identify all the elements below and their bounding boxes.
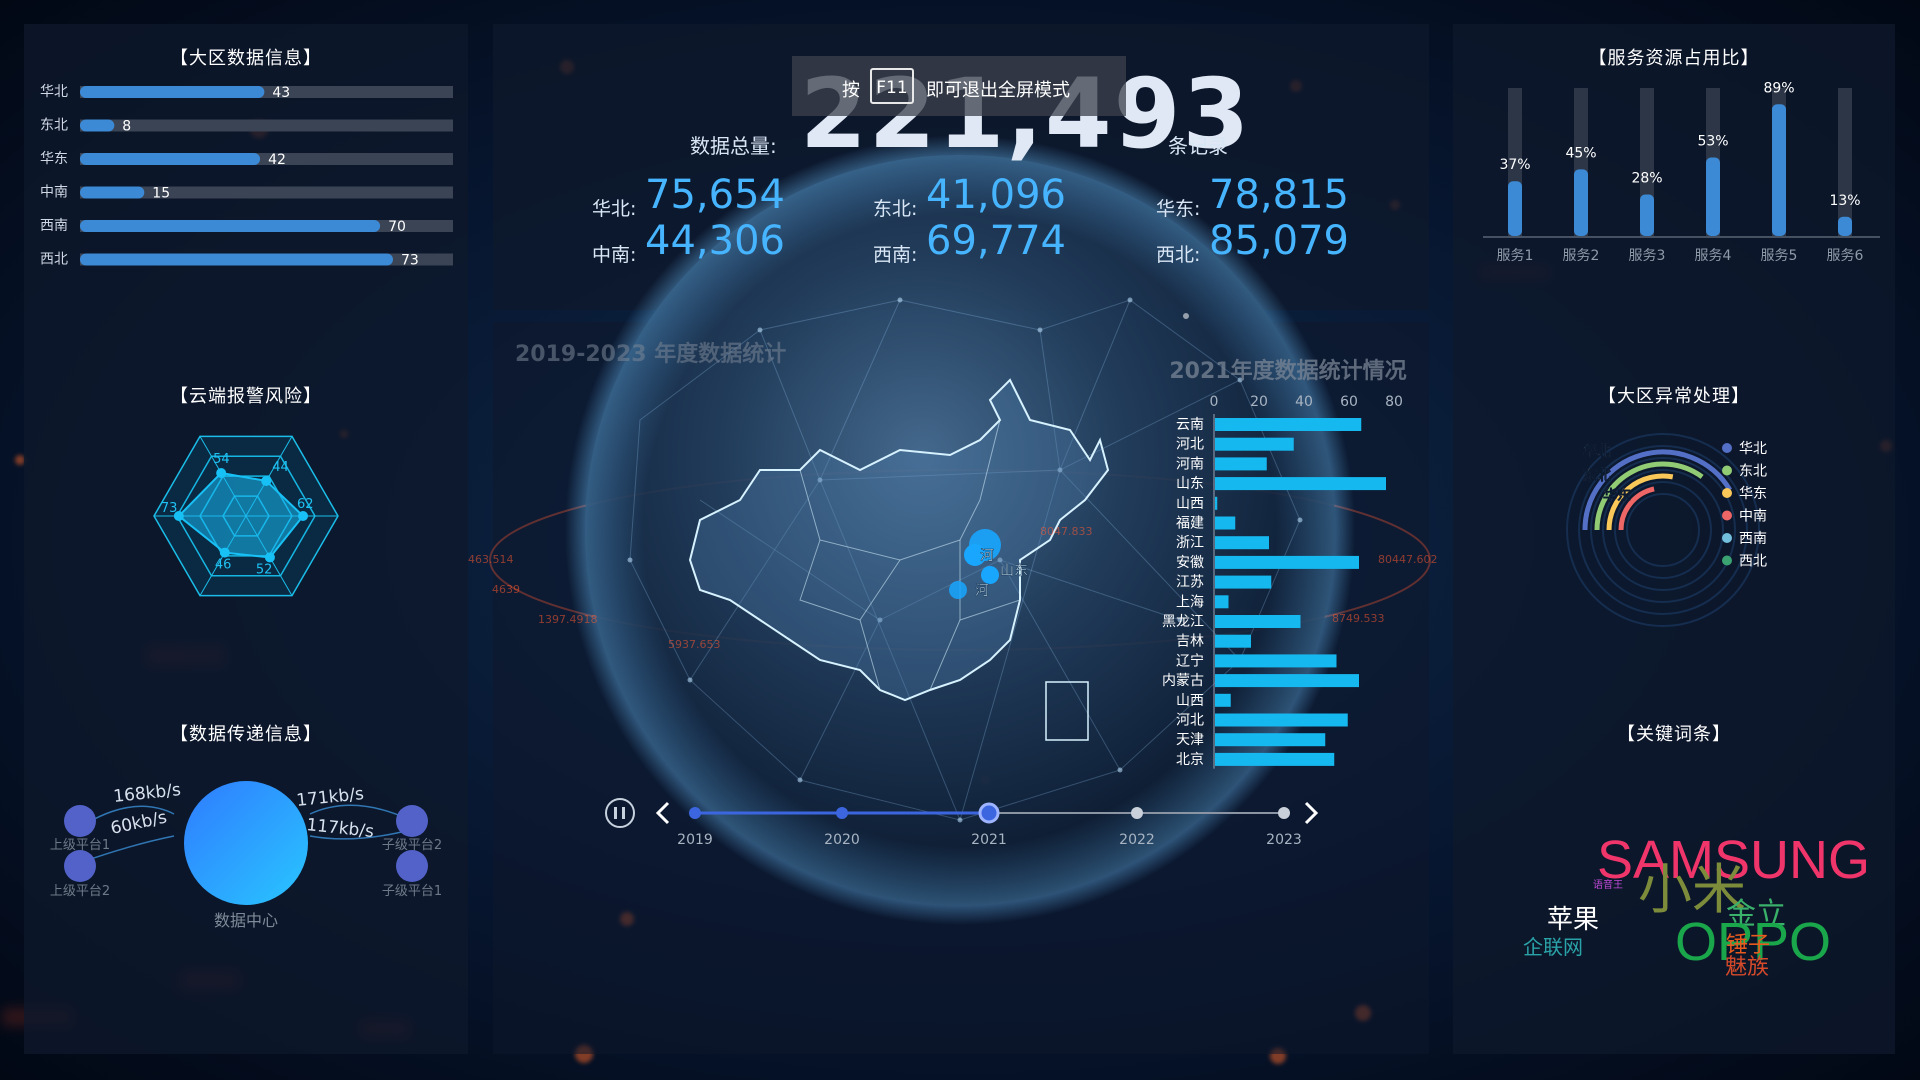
keyword: 语音王 — [1593, 878, 1623, 891]
timeline-node[interactable] — [1131, 807, 1143, 819]
timeline-year-label: 2022 — [1119, 832, 1155, 848]
timeline-node[interactable] — [689, 807, 701, 819]
timeline-year-label: 2021 — [971, 832, 1007, 848]
dashboard: 【大区数据信息】 华北 43 东北 8 华东 42 中南 15 西南 70 西北 73 【云端报警风险… — [0, 0, 1920, 1080]
right-panel: 【服务资源占用比】 37% 服务1 45% 服务2 28% 服务3 53% 服务4 89% 服务5… — [1453, 24, 1895, 1054]
play-pause-button[interactable] — [605, 798, 635, 828]
timeline-year-label: 2020 — [824, 832, 860, 848]
next-chevron-icon[interactable] — [1304, 801, 1319, 825]
pause-circle — [605, 798, 635, 828]
keyword-cloud: SAMSUNG小米金立苹果 OPPO锤子企联网魅族语音王 — [1523, 830, 1870, 980]
timeline-node[interactable] — [1278, 807, 1290, 819]
pause-icon — [622, 807, 625, 819]
timeline-node[interactable] — [978, 802, 1000, 824]
prev-chevron-icon[interactable] — [655, 801, 670, 825]
timeline-year-label: 2023 — [1266, 832, 1302, 848]
timeline-year-label: 2019 — [677, 832, 713, 848]
keyword: 魅族 — [1725, 955, 1769, 980]
keyword: 苹果 — [1547, 905, 1599, 935]
timeline-node[interactable] — [836, 807, 848, 819]
keyword: 企联网 — [1523, 935, 1583, 959]
pause-icon — [614, 807, 617, 819]
